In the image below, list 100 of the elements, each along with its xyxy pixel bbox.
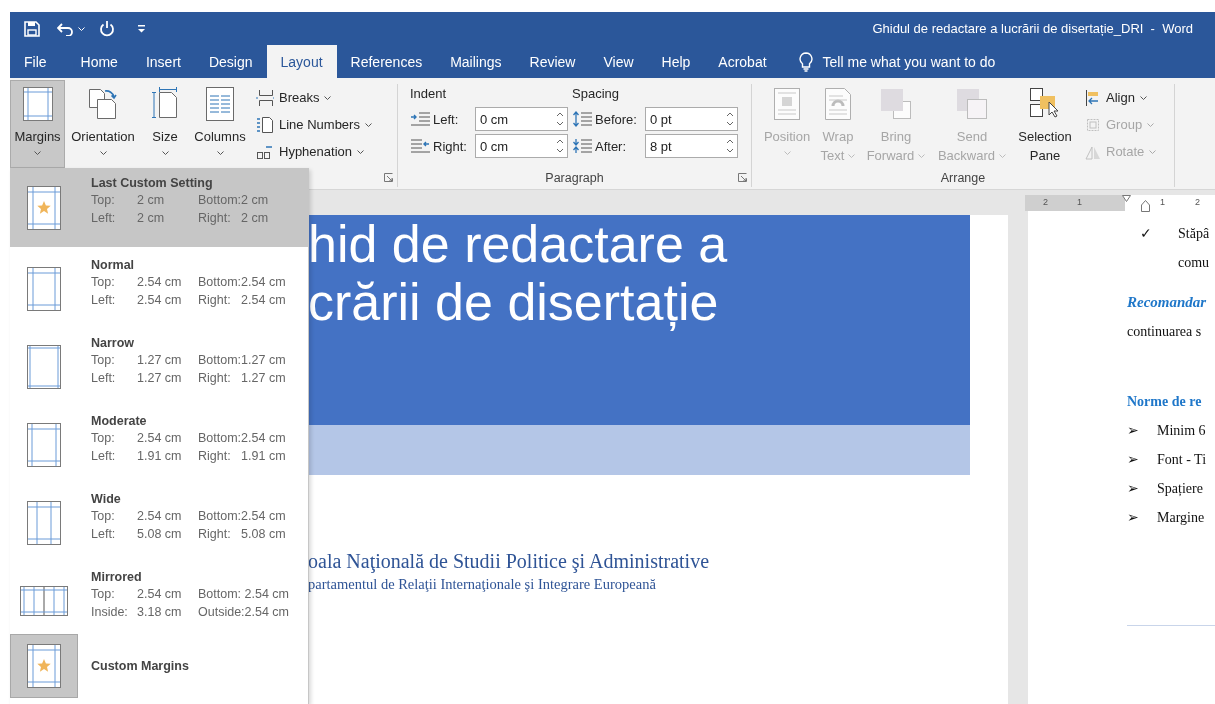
spinner-icon[interactable] bbox=[726, 110, 734, 128]
align-icon bbox=[1085, 89, 1101, 106]
ruler-number: 2 bbox=[1195, 197, 1200, 207]
margin-value: 2.54 cm bbox=[241, 430, 286, 447]
margin-label: Right: bbox=[198, 292, 232, 309]
margin-value: 1.27 cm bbox=[137, 352, 183, 369]
spinner-icon[interactable] bbox=[556, 137, 564, 155]
institution-name: partamentul de Relaţii Internaţionale şi Integrare Europeană bbox=[308, 575, 656, 594]
page-star-icon bbox=[27, 644, 61, 688]
margin-label: Bottom: bbox=[198, 274, 242, 291]
section-heading: Norme de re bbox=[1127, 393, 1202, 410]
space-after-field[interactable]: 8 pt bbox=[645, 134, 738, 158]
ribbon-tab[interactable]: Mailings bbox=[436, 45, 516, 78]
indent-left-field[interactable]: 0 cm bbox=[475, 107, 568, 131]
menu-item[interactable]: Narrow Top: 1.27 cm Bottom:1.27 cm Left: 1.27 cm Right: 1.27 cm bbox=[10, 328, 308, 406]
field-label: After: bbox=[595, 138, 628, 154]
margin-value: 2.54 cm bbox=[244, 604, 290, 621]
spacing-after-icon bbox=[572, 138, 592, 154]
margin-value: 2 cm bbox=[241, 210, 269, 227]
margin-value: 2.54 cm bbox=[241, 292, 286, 309]
ribbon-tab[interactable]: Review bbox=[515, 45, 590, 78]
paragraph-text: Font - Ti bbox=[1157, 451, 1207, 468]
caret-icon bbox=[357, 149, 364, 154]
margin-value: 1.27 cm bbox=[241, 370, 286, 387]
tell-me-field[interactable]: Tell me what you want to do bbox=[798, 45, 996, 78]
size-button[interactable]: Size bbox=[141, 80, 189, 168]
field-label: Left: bbox=[433, 111, 460, 127]
menu-item[interactable]: Last Custom Setting Top: 2 cm Bottom:2 cm Left: 2 cm Right: 2 cm bbox=[10, 168, 308, 247]
bring-forward-icon bbox=[881, 89, 911, 119]
ribbon-tab[interactable]: View bbox=[589, 45, 648, 78]
save-icon[interactable] bbox=[24, 20, 40, 37]
align-button[interactable]: Align bbox=[1083, 86, 1159, 109]
ribbon-tab[interactable]: Acrobat bbox=[704, 45, 781, 78]
selection-pane-icon bbox=[1030, 88, 1060, 120]
dialog-launcher-icon[interactable] bbox=[384, 173, 393, 182]
margins-button[interactable]: Margins bbox=[10, 80, 65, 168]
window-title: Ghidul de redactare a lucrării de disertație_DRI - Word bbox=[872, 21, 1193, 36]
ruler-number: 2 bbox=[1043, 197, 1048, 207]
ribbon-tab[interactable]: References bbox=[336, 45, 437, 78]
margin-value: 2 cm bbox=[137, 210, 166, 227]
wrap-text-icon bbox=[825, 88, 851, 120]
margin-value: 2.54 cm bbox=[137, 586, 183, 603]
group-icon bbox=[1085, 116, 1101, 133]
margin-label: Left: bbox=[91, 370, 117, 387]
menu-item-title: Custom Margins bbox=[91, 658, 189, 674]
margin-value: 2.54 cm bbox=[244, 586, 290, 603]
document-title: crării de disertație bbox=[308, 273, 719, 331]
indent-right-field[interactable]: 0 cm bbox=[475, 134, 568, 158]
spinner-icon[interactable] bbox=[726, 137, 734, 155]
customize-icon[interactable] bbox=[137, 24, 146, 33]
dialog-launcher-icon[interactable] bbox=[738, 173, 747, 182]
paragraph-text: Spațiere bbox=[1157, 480, 1203, 497]
margin-label: Bottom: bbox=[198, 430, 242, 447]
margin-label: Top: bbox=[91, 586, 116, 603]
columns-button[interactable]: Columns bbox=[189, 80, 251, 168]
line-numbers-button[interactable]: Line Numbers bbox=[254, 113, 374, 136]
paragraph-text: Stăpâ bbox=[1178, 225, 1210, 242]
margin-label: Bottom: bbox=[198, 508, 242, 525]
margin-label: Bottom: bbox=[198, 586, 243, 603]
hyphenation-icon bbox=[256, 143, 274, 160]
selection-pane-button[interactable]: Selection Pane bbox=[1014, 80, 1076, 168]
spinner-icon[interactable] bbox=[556, 110, 564, 128]
margin-label: Left: bbox=[91, 526, 117, 543]
menu-item[interactable]: Wide Top: 2.54 cm Bottom:2.54 cm Left: 5.08 cm Right: 5.08 cm bbox=[10, 484, 308, 562]
book-spread-icon bbox=[20, 586, 68, 616]
page-margins-icon bbox=[27, 345, 61, 389]
space-before-field[interactable]: 0 pt bbox=[645, 107, 738, 131]
menu-item[interactable]: Normal Top: 2.54 cm Bottom:2.54 cm Left: 2.54 cm Right: 2.54 cm bbox=[10, 250, 308, 328]
spacing-before-icon bbox=[572, 111, 592, 127]
margin-label: Bottom: bbox=[198, 352, 242, 369]
margin-label: Outside: bbox=[198, 604, 245, 621]
margin-label: Top: bbox=[91, 274, 116, 291]
orientation-icon bbox=[87, 87, 119, 121]
margin-value: 5.08 cm bbox=[137, 526, 183, 543]
ribbon-tab[interactable]: Design bbox=[194, 45, 267, 78]
ribbon-tab[interactable]: Insert bbox=[131, 45, 195, 78]
menu-item-title: Last Custom Setting bbox=[91, 175, 214, 191]
ribbon-tab[interactable]: Home bbox=[66, 45, 132, 78]
bullet-arrow: ➢ bbox=[1127, 480, 1140, 497]
orientation-button[interactable]: Orientation bbox=[65, 80, 141, 168]
margin-value: 1.27 cm bbox=[241, 352, 286, 369]
undo-icon[interactable] bbox=[57, 21, 74, 36]
menu-item-title: Normal bbox=[91, 257, 136, 273]
indent-marker-icon[interactable] bbox=[1141, 200, 1150, 212]
margin-value: 1.27 cm bbox=[137, 370, 183, 387]
margin-label: Left: bbox=[91, 292, 117, 309]
ribbon-tab[interactable]: Help bbox=[647, 45, 705, 78]
ribbon-tab[interactable]: Layout bbox=[266, 45, 337, 78]
paragraph-text: comu bbox=[1178, 254, 1210, 271]
group-label: Paragraph bbox=[545, 171, 604, 185]
margin-label: Left: bbox=[91, 448, 117, 465]
ribbon-tab[interactable]: File bbox=[10, 45, 61, 78]
document-title: hid de redactare a bbox=[308, 215, 728, 273]
check-mark: ✓ bbox=[1140, 225, 1153, 242]
hyphenation-button[interactable]: Hyphenation bbox=[254, 140, 374, 163]
menu-item[interactable]: Moderate Top: 2.54 cm Bottom:2.54 cm Left: 1.91 cm Right: 1.91 cm bbox=[10, 406, 308, 484]
margin-value: 3.18 cm bbox=[137, 604, 183, 621]
breaks-button[interactable]: Breaks bbox=[254, 86, 374, 109]
indent-marker-icon[interactable] bbox=[1122, 195, 1131, 202]
section-heading: Indent bbox=[410, 85, 448, 103]
